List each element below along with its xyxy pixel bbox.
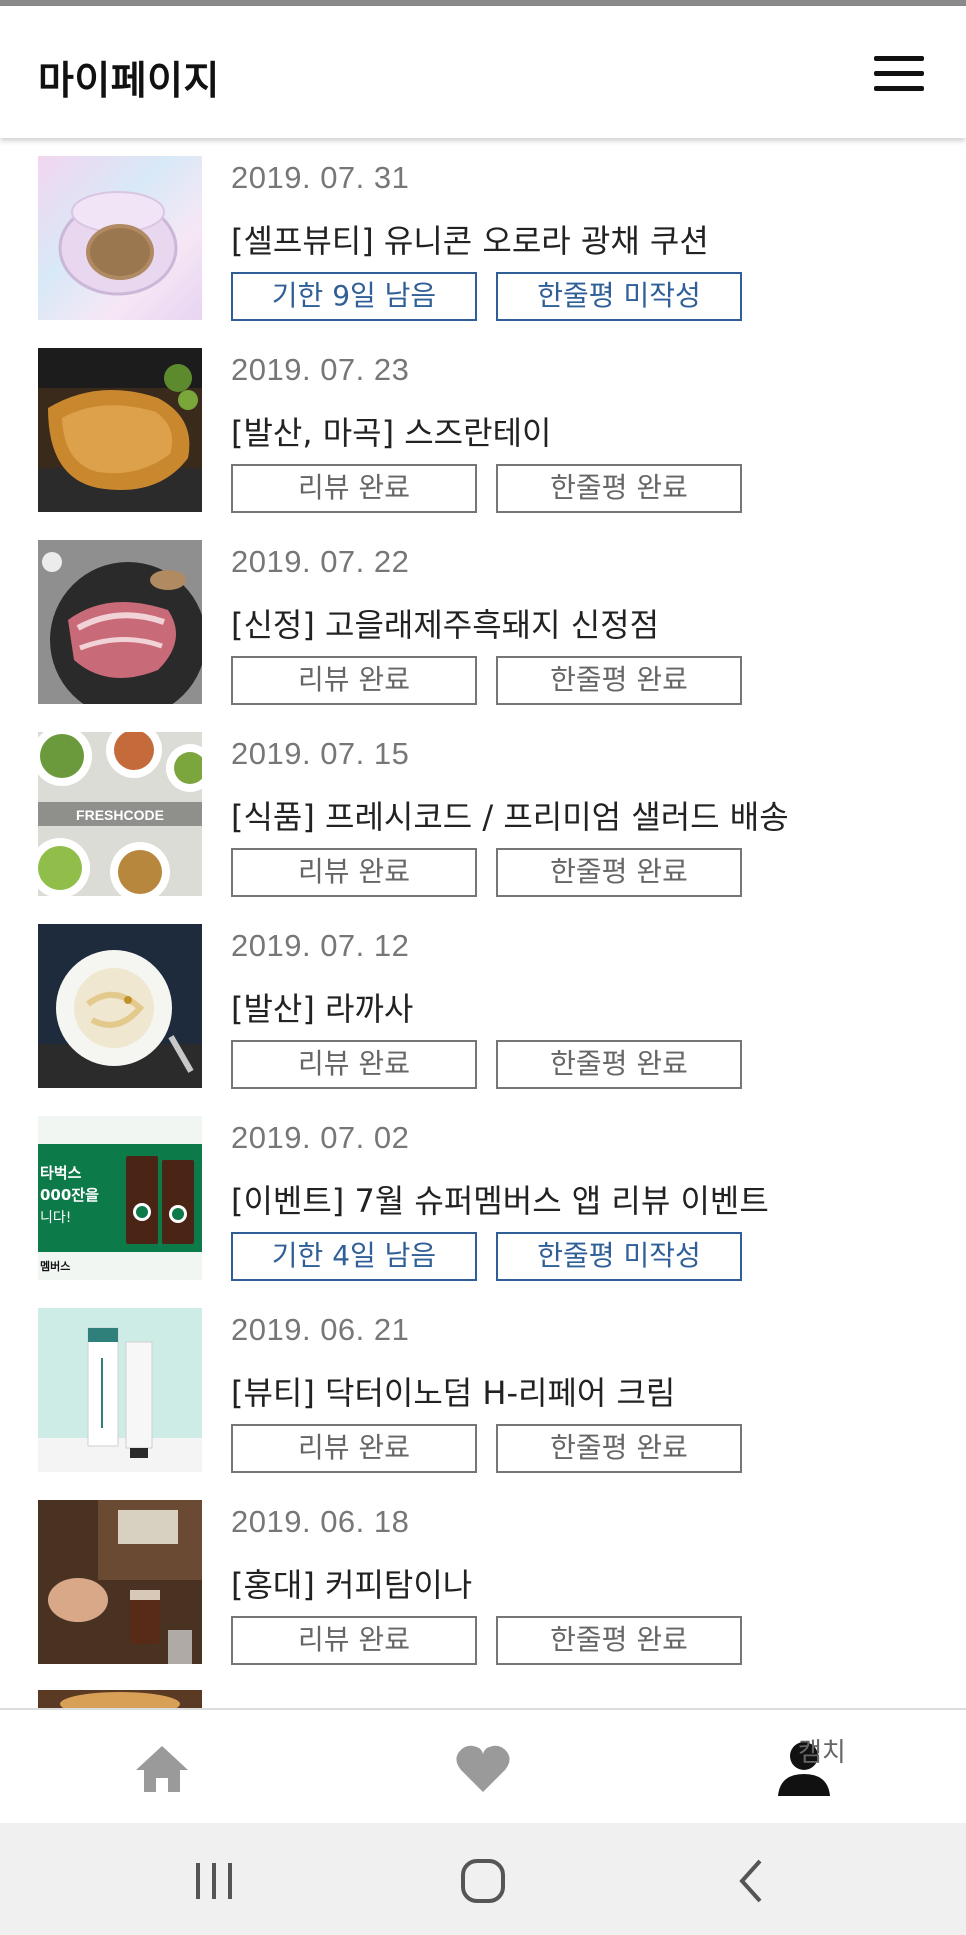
one-line-review-button[interactable]: 한줄평 완료 — [496, 1040, 742, 1089]
item-title: [신정] 고을래제주흑돼지 신정점 — [231, 606, 660, 644]
list-item[interactable]: 2019. 07. 12 [발산] 라까사 리뷰 완료 한줄평 완료 — [0, 906, 966, 1098]
item-title: [이벤트] 7월 슈퍼멤버스 앱 리뷰 이벤트 — [231, 1182, 769, 1220]
pasta-image — [38, 924, 202, 1088]
cream-tube-image — [38, 1308, 202, 1472]
item-date: 2019. 07. 12 — [231, 928, 410, 963]
item-date: 2019. 06. 21 — [231, 1312, 410, 1347]
hamburger-menu-icon[interactable] — [870, 52, 926, 96]
tab-label: 캠치 — [798, 1738, 846, 1768]
item-title: [뷰티] 닥터이노덤 H-리페어 크림 — [231, 1374, 676, 1412]
review-done-button[interactable]: 리뷰 완료 — [231, 1040, 477, 1089]
list-item[interactable]: FRESHCODE 2019. 07. 15 [식품] 프레시코드 / 프리미엄… — [0, 714, 966, 906]
item-title: [홍대] 커피탐이나 — [231, 1566, 473, 1604]
thumb-brand-text: FRESHCODE — [76, 807, 164, 823]
one-line-review-button[interactable]: 한줄평 미작성 — [496, 1232, 742, 1281]
deadline-button[interactable]: 기한 9일 남음 — [231, 272, 477, 321]
list-item[interactable]: 2019. 07. 31 [셀프뷰티] 유니콘 오로라 광채 쿠션 기한 9일 … — [0, 138, 966, 330]
list-item[interactable]: 2019. 07. 23 [발산, 마곡] 스즈란테이 리뷰 완료 한줄평 완료 — [0, 330, 966, 522]
recent-apps-icon[interactable] — [184, 1851, 244, 1911]
campaign-list: 2019. 07. 31 [셀프뷰티] 유니콘 오로라 광채 쿠션 기한 9일 … — [0, 138, 966, 1708]
item-title: [셀프뷰티] 유니콘 오로라 광채 쿠션 — [231, 222, 709, 260]
review-done-button[interactable]: 리뷰 완료 — [231, 1424, 477, 1473]
salad-image: FRESHCODE — [38, 732, 202, 896]
thumb-line-4: 멤버스 — [40, 1259, 70, 1273]
review-done-button[interactable]: 리뷰 완료 — [231, 1616, 477, 1665]
next-item-thumbnail — [38, 1690, 202, 1708]
review-done-button[interactable]: 리뷰 완료 — [231, 656, 477, 705]
item-date: 2019. 06. 18 — [231, 1504, 410, 1539]
app-header: 마이페이지 — [0, 6, 966, 138]
tonkatsu-image — [38, 348, 202, 512]
item-date: 2019. 07. 22 — [231, 544, 410, 579]
deadline-button[interactable]: 기한 4일 남음 — [231, 1232, 477, 1281]
cushion-compact-image — [38, 156, 202, 320]
back-icon[interactable] — [722, 1851, 782, 1911]
one-line-review-button[interactable]: 한줄평 완료 — [496, 848, 742, 897]
list-item[interactable]: 2019. 07. 22 [신정] 고을래제주흑돼지 신정점 리뷰 완료 한줄평… — [0, 522, 966, 714]
coffee-barista-image — [38, 1500, 202, 1664]
thumb-line-2: 000잔을 — [40, 1186, 99, 1204]
item-date: 2019. 07. 02 — [231, 1120, 410, 1155]
system-navigation-bar — [0, 1823, 966, 1935]
thumb-line-3: 니다! — [40, 1210, 71, 1226]
one-line-review-button[interactable]: 한줄평 완료 — [496, 656, 742, 705]
item-title: [발산] 라까사 — [231, 990, 414, 1028]
list-item[interactable]: 타벅스 000잔을 니다! 멤버스 2019. 07. 02 [이벤트] 7월 … — [0, 1098, 966, 1290]
list-item[interactable]: 2019. 06. 18 [홍대] 커피탐이나 리뷰 완료 한줄평 완료 — [0, 1482, 966, 1674]
review-done-button[interactable]: 리뷰 완료 — [231, 464, 477, 513]
bottom-tab-bar: 캠치 — [0, 1708, 966, 1823]
item-date: 2019. 07. 31 — [231, 160, 410, 195]
one-line-review-button[interactable]: 한줄평 완료 — [496, 464, 742, 513]
home-nav-icon[interactable] — [453, 1851, 513, 1911]
pork-belly-image — [38, 540, 202, 704]
item-title: [식품] 프레시코드 / 프리미엄 샐러드 배송 — [231, 798, 789, 836]
list-item[interactable] — [0, 1674, 966, 1708]
thumb-line-1: 타벅스 — [40, 1164, 82, 1182]
one-line-review-button[interactable]: 한줄평 미작성 — [496, 272, 742, 321]
item-date: 2019. 07. 15 — [231, 736, 410, 771]
page-title: 마이페이지 — [38, 59, 220, 104]
starbucks-event-image: 타벅스 000잔을 니다! 멤버스 — [38, 1116, 202, 1280]
heart-icon[interactable] — [451, 1736, 515, 1800]
item-title: [발산, 마곡] 스즈란테이 — [231, 414, 552, 452]
list-item[interactable]: 2019. 06. 21 [뷰티] 닥터이노덤 H-리페어 크림 리뷰 완료 한… — [0, 1290, 966, 1482]
one-line-review-button[interactable]: 한줄평 완료 — [496, 1424, 742, 1473]
home-icon[interactable] — [130, 1736, 194, 1800]
review-done-button[interactable]: 리뷰 완료 — [231, 848, 477, 897]
one-line-review-button[interactable]: 한줄평 완료 — [496, 1616, 742, 1665]
item-date: 2019. 07. 23 — [231, 352, 410, 387]
